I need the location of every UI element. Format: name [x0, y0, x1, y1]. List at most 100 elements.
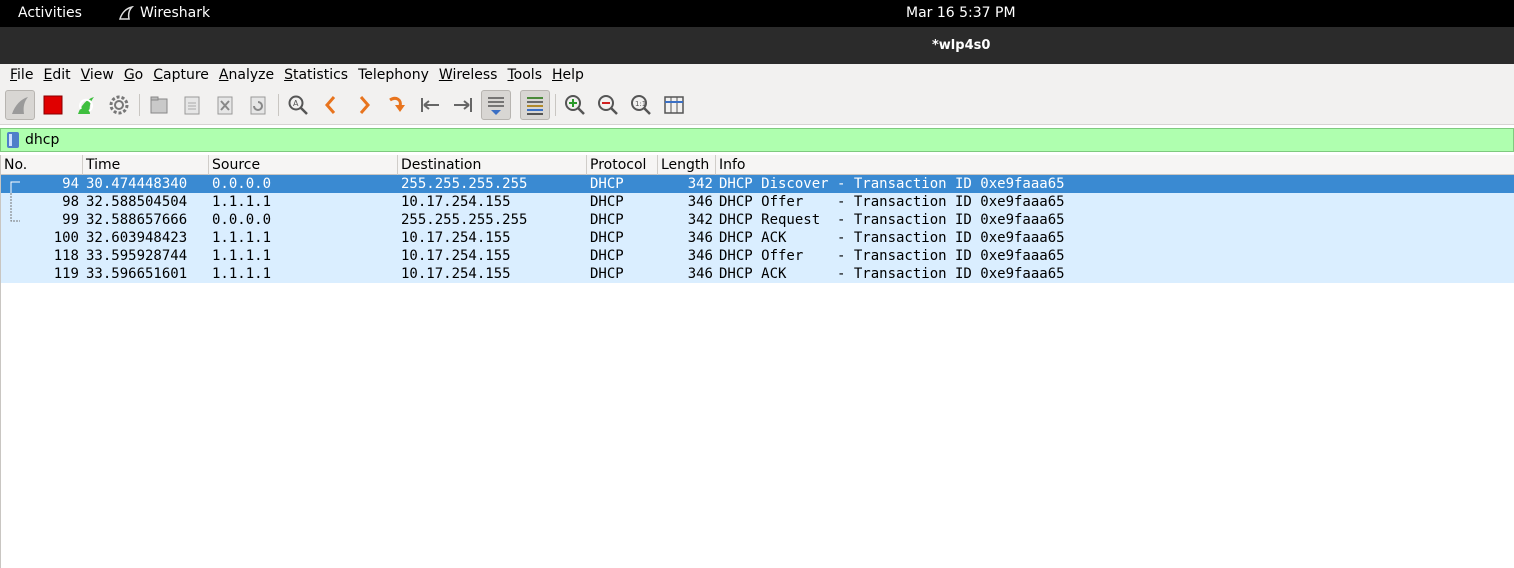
shark-fin-icon: [12, 97, 28, 114]
column-header-length[interactable]: Length: [658, 155, 716, 175]
auto-scroll-button[interactable]: [481, 90, 511, 120]
menu-view[interactable]: View: [76, 64, 119, 86]
menu-label: nalyze: [228, 67, 275, 83]
column-header-info[interactable]: Info: [716, 155, 1514, 175]
activities-button[interactable]: Activities: [18, 5, 82, 21]
colorize-button[interactable]: [520, 90, 550, 120]
app-name: Wireshark: [140, 5, 211, 21]
cell-no: 94: [62, 176, 79, 192]
packet-row[interactable]: 119 33.596651601 1.1.1.1 10.17.254.155 DHCP 3…: [1, 265, 1514, 283]
menu-label: o: [134, 67, 144, 83]
column-header-protocol[interactable]: Protocol: [587, 155, 658, 175]
last-packet-button[interactable]: [448, 90, 478, 120]
menu-help[interactable]: Help: [547, 64, 589, 86]
toolbar-separator: [555, 94, 556, 116]
menu-bar: File Edit View Go Capture Analyze Statistics Te…: [0, 64, 1514, 86]
normal-size-button[interactable]: 1:1: [626, 90, 656, 120]
menu-mnemonic: H: [552, 67, 563, 83]
menu-label: dit: [52, 67, 71, 83]
resize-columns-icon: [664, 96, 684, 114]
gnome-top-bar: Activities Wireshark Mar 16 5:37 PM: [0, 0, 1514, 27]
next-packet-button[interactable]: [349, 90, 379, 120]
cell-destination: 255.255.255.255: [401, 212, 528, 228]
column-header-destination[interactable]: Destination: [398, 155, 587, 175]
packet-row[interactable]: 98 32.588504504 1.1.1.1 10.17.254.155 DHCP 34…: [1, 193, 1514, 211]
open-file-button[interactable]: [144, 90, 174, 120]
packet-row[interactable]: 118 33.595928744 1.1.1.1 10.17.254.155 DHCP 3…: [1, 247, 1514, 265]
menu-label: apture: [163, 67, 209, 83]
cell-source: 1.1.1.1: [212, 248, 272, 264]
reload-icon: [250, 96, 266, 115]
zoom-in-button[interactable]: [560, 90, 590, 120]
menu-label: ile: [17, 67, 34, 83]
search-icon: A: [288, 95, 308, 115]
find-packet-button[interactable]: A: [283, 90, 313, 120]
packet-row[interactable]: 99 32.588657666 0.0.0.0 255.255.255.255 DHCP…: [1, 211, 1514, 229]
menu-tools[interactable]: Tools: [502, 64, 547, 86]
menu-wireless[interactable]: Wireless: [434, 64, 503, 86]
window-title: *wlp4s0: [932, 38, 991, 53]
chevron-left-icon: [325, 96, 336, 114]
menu-statistics[interactable]: Statistics: [279, 64, 353, 86]
menu-file[interactable]: File: [0, 64, 38, 86]
toolbar-separator: [278, 94, 279, 116]
menu-mnemonic: F: [10, 67, 18, 83]
cell-time: 33.595928744: [86, 248, 188, 264]
save-file-button[interactable]: [177, 90, 207, 120]
first-packet-button[interactable]: [415, 90, 445, 120]
menu-capture[interactable]: Capture: [148, 64, 214, 86]
clock[interactable]: Mar 16 5:37 PM: [906, 5, 1016, 21]
display-filter-input[interactable]: [25, 130, 1505, 150]
close-file-icon: [217, 96, 233, 115]
svg-text:1:1: 1:1: [635, 100, 646, 108]
menu-mnemonic: E: [43, 67, 53, 83]
capture-options-button[interactable]: [104, 90, 134, 120]
menu-go[interactable]: Go: [119, 64, 148, 86]
menu-analyze[interactable]: Analyze: [214, 64, 279, 86]
menu-telephony[interactable]: Telephony: [353, 64, 434, 86]
cell-source: 1.1.1.1: [212, 266, 272, 282]
menu-mnemonic: A: [218, 67, 229, 83]
cell-length: 346: [687, 266, 713, 282]
previous-packet-button[interactable]: [316, 90, 346, 120]
stop-icon: [43, 95, 63, 115]
cell-protocol: DHCP: [590, 212, 624, 228]
packet-row[interactable]: 100 32.603948423 1.1.1.1 10.17.254.155 DHCP 3…: [1, 229, 1514, 247]
cell-no: 99: [62, 212, 79, 228]
cell-protocol: DHCP: [590, 176, 624, 192]
cell-destination: 10.17.254.155: [401, 248, 511, 264]
resize-columns-button[interactable]: [659, 90, 689, 120]
start-capture-button[interactable]: [5, 90, 35, 120]
zoom-out-button[interactable]: [593, 90, 623, 120]
column-header-time[interactable]: Time: [83, 155, 209, 175]
packet-rows: 94 30.474448340 0.0.0.0 255.255.255.255 DHCP…: [1, 175, 1514, 283]
column-header-no[interactable]: No.: [1, 155, 83, 175]
cell-length: 346: [687, 194, 713, 210]
cell-time: 32.603948423: [86, 230, 188, 246]
window-title-bar[interactable]: *wlp4s0: [0, 27, 1514, 64]
reload-file-button[interactable]: [243, 90, 273, 120]
close-file-button[interactable]: [210, 90, 240, 120]
app-menu[interactable]: Wireshark: [118, 5, 210, 21]
restart-capture-button[interactable]: [71, 90, 101, 120]
cell-length: 342: [687, 176, 713, 192]
cell-source: 1.1.1.1: [212, 194, 272, 210]
stop-capture-button[interactable]: [38, 90, 68, 120]
bookmark-icon[interactable]: [7, 132, 19, 148]
go-to-packet-button[interactable]: [382, 90, 412, 120]
packet-row[interactable]: 94 30.474448340 0.0.0.0 255.255.255.255 DHCP…: [1, 175, 1514, 193]
wireshark-fin-icon: [119, 6, 134, 20]
toolbar-separator: [139, 94, 140, 116]
menu-label: ools: [513, 67, 542, 83]
menu-label: Telephony: [358, 67, 429, 83]
cell-protocol: DHCP: [590, 266, 624, 282]
cell-length: 346: [687, 248, 713, 264]
menu-edit[interactable]: Edit: [38, 64, 75, 86]
column-header-source[interactable]: Source: [209, 155, 398, 175]
cell-destination: 10.17.254.155: [401, 266, 511, 282]
restart-shark-icon: [78, 97, 94, 114]
cell-source: 0.0.0.0: [212, 176, 272, 192]
packet-list[interactable]: No. Time Source Destination Protocol Len…: [0, 155, 1514, 568]
cell-info: DHCP ACK - Transaction ID 0xe9faaa65: [719, 266, 1065, 282]
cell-length: 342: [687, 212, 713, 228]
